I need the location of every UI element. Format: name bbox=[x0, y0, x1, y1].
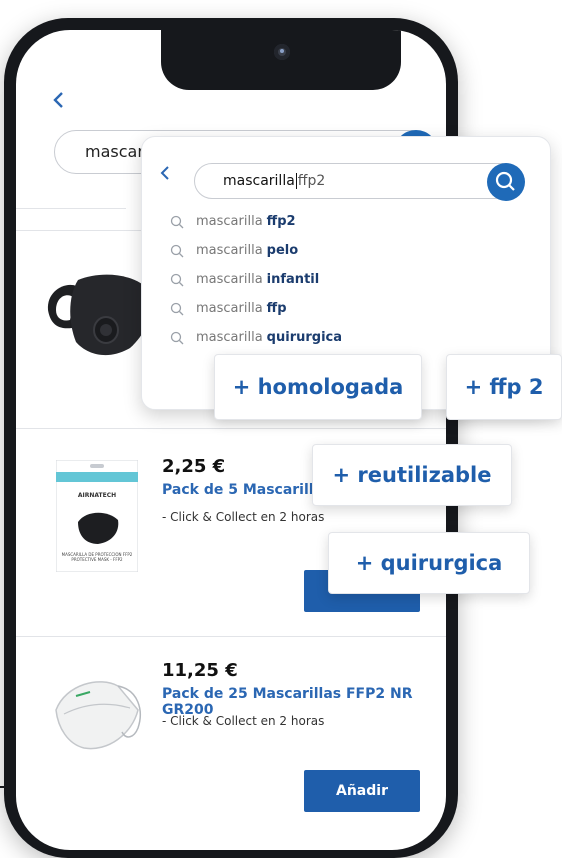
chevron-left-icon bbox=[160, 166, 169, 180]
chip-homologada[interactable]: + homologada bbox=[214, 354, 422, 420]
frame-edge bbox=[0, 786, 10, 788]
package-brand: AIRNATECH bbox=[78, 492, 116, 499]
search-icon bbox=[170, 331, 184, 344]
search-icon bbox=[170, 302, 184, 315]
suggestion-item[interactable]: mascarilla infantil bbox=[170, 265, 490, 294]
suggestion-completion: pelo bbox=[266, 243, 299, 258]
suggestion-item[interactable]: mascarilla ffp bbox=[170, 294, 490, 323]
suggestion-list: mascarilla ffp2 mascarilla pelo mascarilla… bbox=[170, 207, 490, 352]
chip-reutilizable[interactable]: + reutilizable bbox=[312, 444, 512, 506]
divider bbox=[16, 208, 126, 209]
phone-notch bbox=[161, 30, 401, 90]
chip-ffp2[interactable]: + ffp 2 bbox=[446, 354, 562, 420]
product-price: 11,25 € bbox=[162, 660, 238, 681]
camera-icon bbox=[274, 44, 290, 60]
suggestion-item[interactable]: mascarilla pelo bbox=[170, 236, 490, 265]
suggestion-prefix: mascarilla bbox=[196, 330, 263, 345]
product-price: 2,25 € bbox=[162, 456, 226, 477]
search-icon bbox=[495, 171, 515, 191]
back-button[interactable] bbox=[52, 90, 64, 115]
suggestion-prefix: mascarilla bbox=[196, 214, 263, 229]
product-image-mask-pack[interactable]: AIRNATECH MASCARILLA DE PROTECCION FFP2 … bbox=[55, 459, 139, 576]
product-name[interactable]: Pack de 5 Mascarillas bbox=[162, 482, 331, 498]
search-typed-text: mascarilla bbox=[223, 173, 295, 189]
search-autocomplete-text: ffp2 bbox=[297, 173, 326, 189]
add-button[interactable]: Añadir bbox=[304, 770, 420, 812]
product-note: - Click & Collect en 2 horas bbox=[162, 510, 325, 524]
product-image-black-mask[interactable] bbox=[42, 270, 154, 364]
text-caret bbox=[295, 173, 297, 189]
search-button[interactable] bbox=[487, 163, 525, 201]
product-note: - Click & Collect en 2 horas bbox=[162, 714, 325, 728]
suggestion-completion: ffp2 bbox=[266, 214, 296, 229]
suggestion-completion: quirurgica bbox=[266, 330, 343, 345]
package-line2: PROTECTIVE MASK - FFP2 bbox=[71, 557, 123, 562]
back-button[interactable] bbox=[160, 165, 170, 186]
suggestion-completion: infantil bbox=[266, 272, 320, 287]
divider bbox=[16, 636, 446, 637]
chip-quirurgica[interactable]: + quirurgica bbox=[328, 532, 530, 594]
search-input[interactable]: mascarilla ffp2 bbox=[194, 163, 520, 199]
suggestion-prefix: mascarilla bbox=[196, 243, 263, 258]
search-icon bbox=[170, 273, 184, 286]
chevron-left-icon bbox=[53, 92, 63, 108]
search-icon bbox=[170, 215, 184, 228]
search-icon bbox=[170, 244, 184, 257]
divider bbox=[16, 428, 446, 429]
suggestion-completion: ffp bbox=[266, 301, 287, 316]
suggestion-item[interactable]: mascarilla ffp2 bbox=[170, 207, 490, 236]
suggestion-item[interactable]: mascarilla quirurgica bbox=[170, 323, 490, 352]
product-image-ffp2-mask[interactable] bbox=[46, 670, 146, 764]
suggestion-prefix: mascarilla bbox=[196, 272, 263, 287]
suggestion-prefix: mascarilla bbox=[196, 301, 263, 316]
